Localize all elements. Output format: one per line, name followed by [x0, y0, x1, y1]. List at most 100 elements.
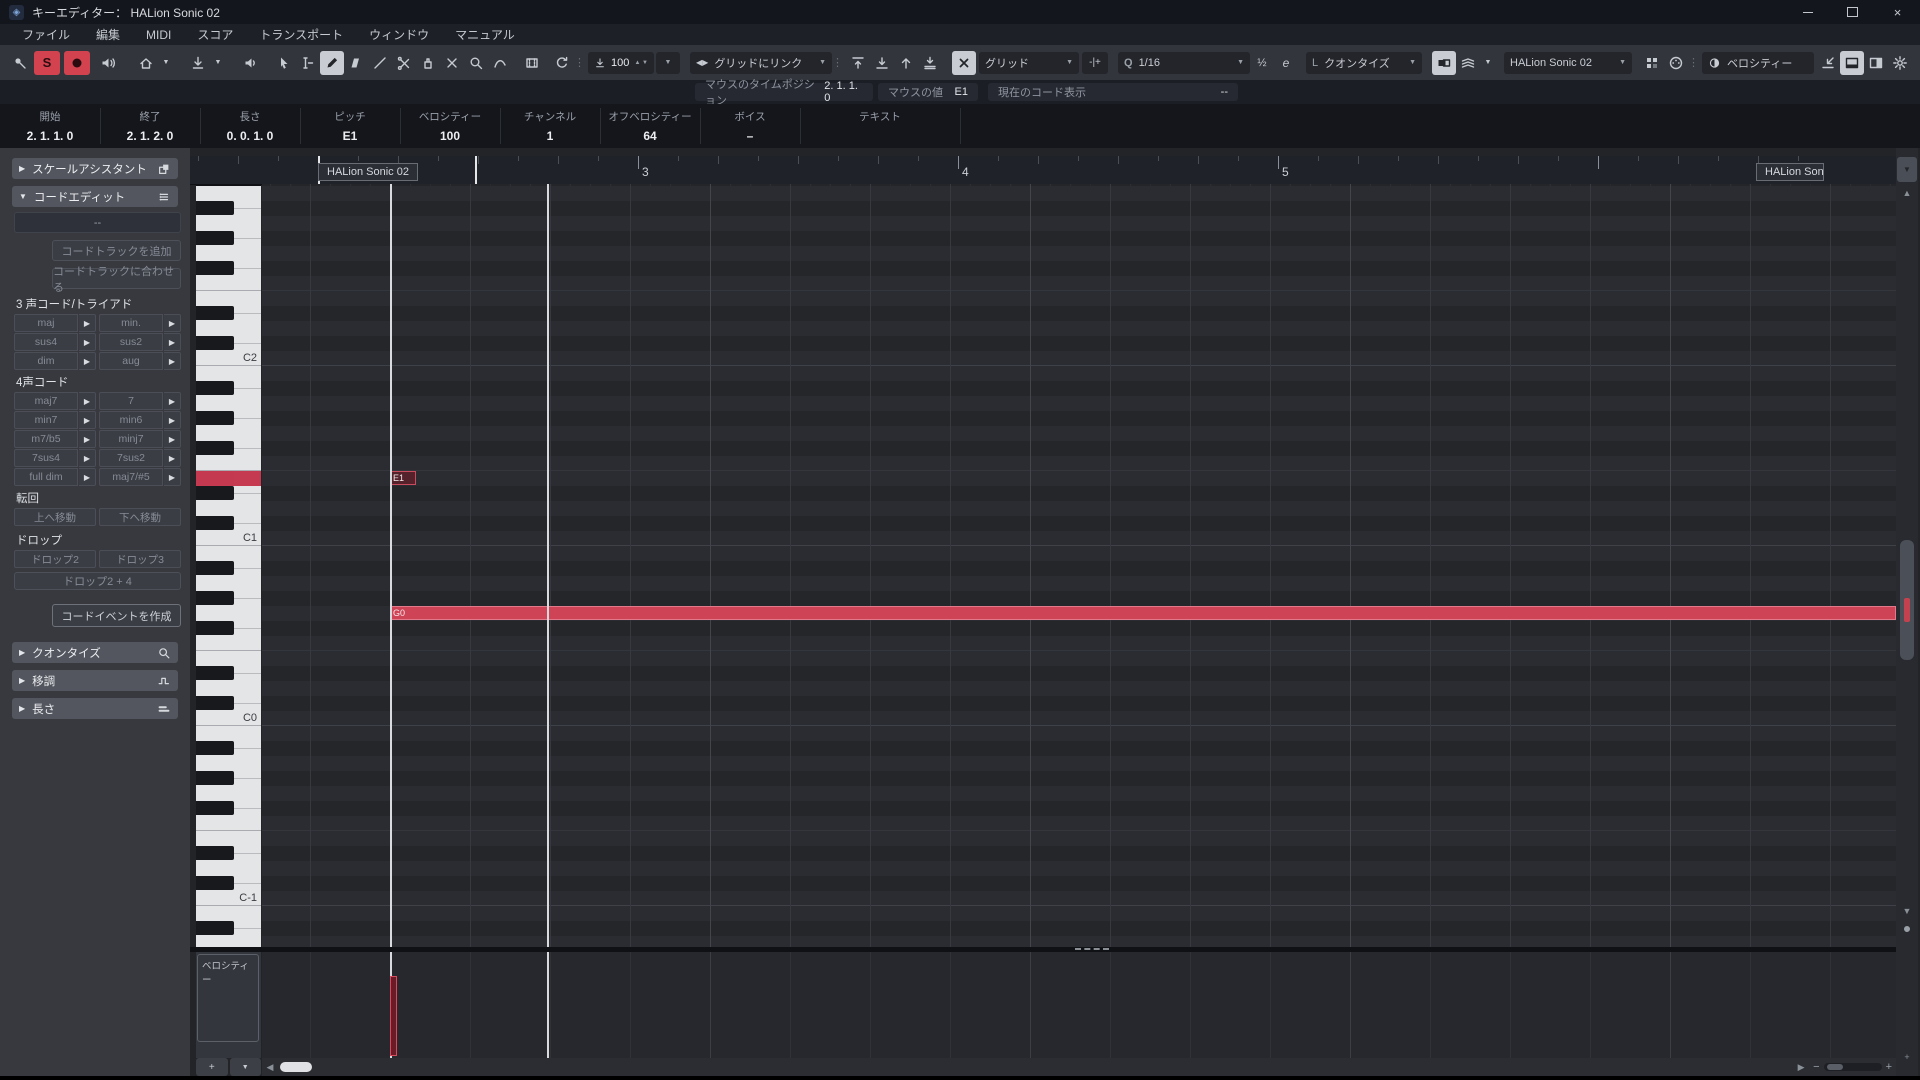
piano-key-F#1[interactable] — [196, 441, 261, 456]
piano-key-F#0[interactable] — [196, 621, 261, 636]
piano-key-A0[interactable] — [196, 576, 261, 591]
chord-button-label[interactable]: maj7/#5 — [99, 468, 163, 486]
chord-arrow-button[interactable]: ▶ — [79, 430, 96, 448]
record-in-editor-button[interactable] — [64, 50, 90, 75]
menu-edit[interactable]: 編集 — [96, 26, 120, 43]
midi-note-E1[interactable]: E1 — [390, 471, 416, 485]
chord-button-label[interactable]: sus4 — [14, 333, 78, 351]
add-lane-button[interactable]: + — [196, 1058, 228, 1076]
seventh-7[interactable]: 7 ▶ — [99, 392, 181, 410]
section-quantize[interactable]: ▶ クオンタイズ — [12, 642, 178, 663]
ruler-options-button[interactable]: ▼ — [1897, 157, 1917, 182]
seventh-fulldim[interactable]: full dim ▶ — [14, 468, 96, 486]
info-col-5[interactable]: チャンネル 1 — [500, 104, 600, 148]
step-input-button[interactable] — [1640, 51, 1664, 75]
piano-key-C0[interactable]: C0 — [196, 711, 261, 726]
piano-key-A#-1[interactable] — [196, 741, 261, 756]
menu-transport[interactable]: トランスポート — [259, 26, 343, 43]
inversion-button[interactable]: 下へ移動 — [99, 508, 181, 526]
chord-button-label[interactable]: min. — [99, 314, 163, 332]
piano-key-E2[interactable] — [196, 291, 261, 306]
info-col-2[interactable]: 長さ 0. 0. 1. 0 — [200, 104, 300, 148]
piano-key-D0[interactable] — [196, 681, 261, 696]
chord-arrow-button[interactable]: ▶ — [164, 411, 181, 429]
event-color-dropdown[interactable]: ベロシティー — [1702, 51, 1814, 74]
triad-dim[interactable]: dim ▶ — [14, 352, 96, 370]
piano-key-C1[interactable]: C1 — [196, 531, 261, 546]
menu-window[interactable]: ウィンドウ — [369, 26, 429, 43]
match-chord-track-button[interactable]: コードトラックに合わせる — [52, 266, 181, 294]
velocity-bar[interactable] — [390, 976, 397, 1056]
triad-aug[interactable]: aug ▶ — [99, 352, 181, 370]
setup-toolbar-button[interactable] — [1888, 51, 1912, 75]
quantize-preset-dropdown[interactable]: Q 1/16 ▼ — [1118, 51, 1250, 74]
seventh-maj75[interactable]: maj7/#5 ▶ — [99, 468, 181, 486]
chord-button-label[interactable]: min6 — [99, 411, 163, 429]
chord-arrow-button[interactable]: ▶ — [79, 392, 96, 410]
vertical-zoom-in-button[interactable]: + — [1896, 1052, 1918, 1062]
grid-type-button[interactable]: -|+ — [1082, 51, 1108, 74]
chord-button-label[interactable]: 7 — [99, 392, 163, 410]
piano-key-C2[interactable]: C2 — [196, 351, 261, 366]
part-label-start[interactable]: HALion Sonic 02 — [318, 163, 418, 181]
insert-velocity-dropdown[interactable]: ▼ — [656, 51, 680, 74]
horizontal-scroll-thumb[interactable] — [280, 1062, 312, 1072]
lane-menu-button[interactable]: ▼ — [229, 1058, 261, 1076]
triad-sus4[interactable]: sus4 ▶ — [14, 333, 96, 351]
seventh-7sus2[interactable]: 7sus2 ▶ — [99, 449, 181, 467]
drop-ドロップ3[interactable]: ドロップ3 — [99, 550, 181, 568]
piano-key-B1[interactable] — [196, 366, 261, 381]
tool-line[interactable] — [368, 51, 392, 75]
zoom-out-button[interactable]: − — [1813, 1061, 1819, 1073]
pin-button[interactable] — [8, 51, 32, 75]
tool-draw[interactable] — [320, 50, 344, 75]
piano-key-D-1[interactable] — [196, 861, 261, 876]
zoom-in-button[interactable]: + — [1886, 1061, 1892, 1073]
chord-arrow-button[interactable]: ▶ — [164, 314, 181, 332]
window-layout-left-button[interactable] — [1840, 50, 1864, 75]
piano-key-B0[interactable] — [196, 546, 261, 561]
chord-button-label[interactable]: maj — [14, 314, 78, 332]
seventh-minj7[interactable]: minj7 ▶ — [99, 430, 181, 448]
part-label-end[interactable]: HALion Soni — [1756, 163, 1824, 181]
scroll-right-icon[interactable]: ▶ — [1793, 1062, 1809, 1073]
piano-key-D2[interactable] — [196, 321, 261, 336]
menu-file[interactable]: ファイル — [22, 26, 70, 43]
piano-key-E1[interactable] — [196, 471, 261, 486]
chord-button-label[interactable]: m7/b5 — [14, 430, 78, 448]
tool-select[interactable] — [272, 51, 296, 75]
snap-type-dropdown[interactable]: グリッド ▼ — [979, 51, 1079, 74]
minimize-button[interactable] — [1785, 0, 1830, 24]
piano-key-G#2[interactable] — [196, 231, 261, 246]
piano-key-A1[interactable] — [196, 396, 261, 411]
drop-button[interactable]: ドロップ3 — [99, 550, 181, 568]
info-col-4[interactable]: ベロシティー 100 — [400, 104, 500, 148]
create-chord-event-button[interactable]: コードイベントを作成 — [52, 604, 181, 627]
chord-button-label[interactable]: 7sus4 — [14, 449, 78, 467]
solo-editor-button[interactable]: S — [34, 50, 60, 75]
chord-arrow-button[interactable]: ▶ — [164, 352, 181, 370]
speaker-button[interactable] — [238, 51, 262, 75]
snap-button[interactable] — [952, 50, 976, 75]
swing-button[interactable]: ½ — [1250, 51, 1274, 75]
note-grid[interactable]: E1 G0 — [262, 184, 1896, 947]
edited-part-dropdown[interactable]: HALion Sonic 02 ▼ — [1504, 51, 1632, 74]
tool-glue[interactable] — [416, 51, 440, 75]
menu-score[interactable]: スコア — [197, 26, 233, 43]
horizontal-zoom-thumb[interactable] — [1826, 1064, 1843, 1070]
chord-arrow-button[interactable]: ▶ — [79, 411, 96, 429]
piano-key-F-1[interactable] — [196, 816, 261, 831]
chord-arrow-button[interactable]: ▶ — [164, 449, 181, 467]
piano-key-C#0[interactable] — [196, 696, 261, 711]
seventh-maj7[interactable]: maj7 ▶ — [14, 392, 96, 410]
info-col-7[interactable]: ボイス – — [700, 104, 800, 148]
piano-key-F1[interactable] — [196, 456, 261, 471]
part-borders-button[interactable] — [520, 51, 544, 75]
info-col-3[interactable]: ピッチ E1 — [300, 104, 400, 148]
section-chord-edit[interactable]: ▼ コードエディット — [12, 186, 178, 207]
seventh-7sus4[interactable]: 7sus4 ▶ — [14, 449, 96, 467]
piano-key-B-1[interactable] — [196, 726, 261, 741]
piano-key-E0[interactable] — [196, 651, 261, 666]
triad-sus2[interactable]: sus2 ▶ — [99, 333, 181, 351]
nudge-end-button[interactable] — [918, 51, 942, 75]
